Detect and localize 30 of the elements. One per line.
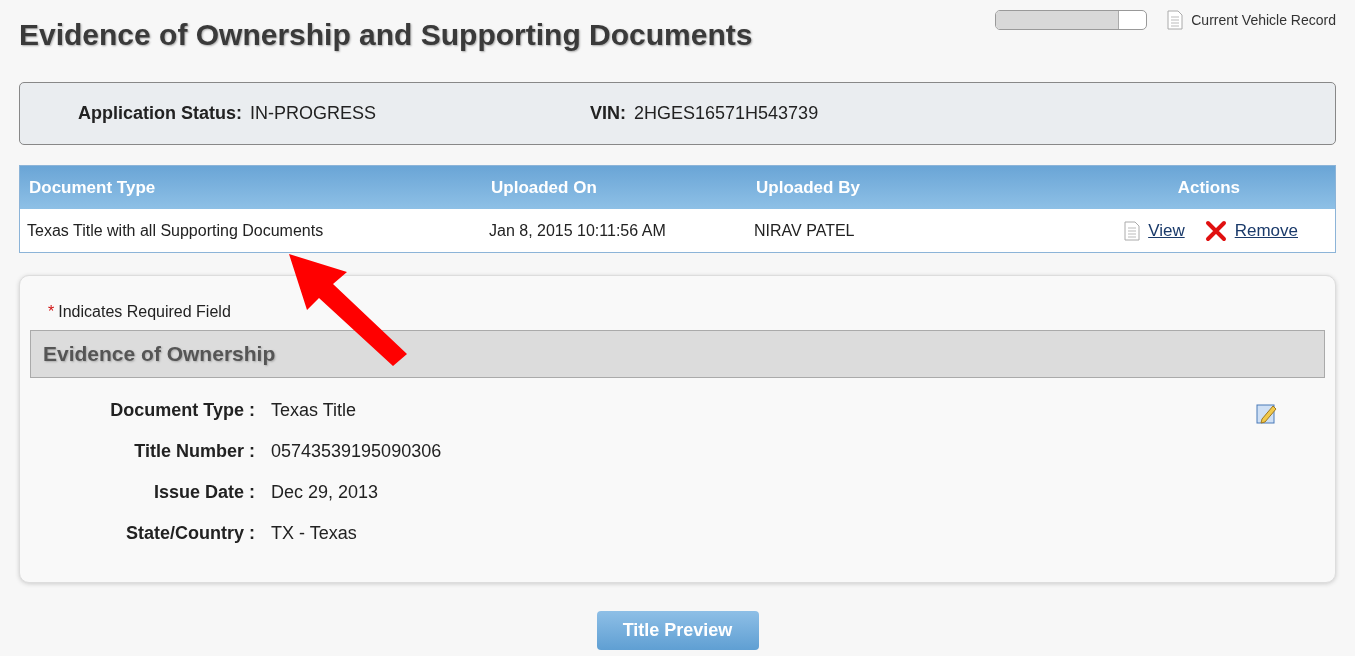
field-value: TX - Texas — [271, 522, 357, 545]
table-cell-text: NIRAV PATEL — [754, 220, 856, 241]
field-label: State/Country : — [125, 522, 256, 545]
field-value: Dec 29, 2013 — [271, 481, 379, 504]
edit-icon[interactable] — [1256, 402, 1278, 424]
page-title: Evidence of Ownership and Supporting Documents — [19, 16, 753, 53]
remove-icon — [1204, 219, 1227, 242]
column-header: Uploaded By — [756, 176, 861, 199]
column-header: Actions — [1176, 176, 1241, 199]
table-cell-text: Jan 8, 2015 10:11:56 AM — [489, 220, 667, 241]
column-header: Uploaded On — [491, 176, 598, 199]
document-icon — [1124, 220, 1141, 241]
field-value: Texas Title — [271, 399, 357, 422]
field-label: Title Number : — [133, 440, 256, 463]
field-label: Document Type : — [109, 399, 256, 422]
status-value: IN-PROGRESS — [250, 102, 377, 125]
record-link[interactable]: Current Vehicle Record — [1191, 9, 1336, 31]
required-marker: * — [48, 302, 55, 322]
remove-link[interactable]: Remove — [1234, 217, 1298, 244]
field-label: Issue Date : — [152, 481, 256, 504]
status-label: VIN: — [590, 102, 626, 125]
status-label: Application Status: — [78, 102, 242, 125]
section-header: Evidence of Ownership — [30, 330, 1325, 378]
view-link[interactable]: View — [1148, 217, 1185, 244]
table-cell-text: Texas Title with all Supporting Documents — [27, 220, 325, 241]
required-note: Indicates Required Field — [58, 302, 231, 322]
status-value: 2HGES16571H543739 — [634, 102, 819, 125]
document-icon — [1167, 10, 1184, 30]
field-value: 05743539195090306 — [271, 440, 442, 463]
column-header: Document Type — [29, 176, 157, 199]
